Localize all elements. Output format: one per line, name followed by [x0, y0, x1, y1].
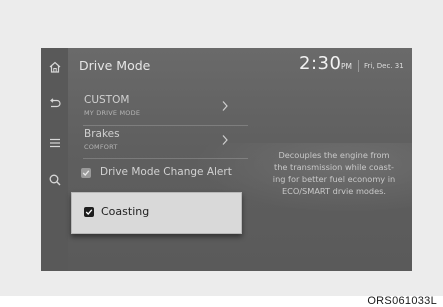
back-icon[interactable]	[41, 94, 68, 114]
menu-divider	[83, 125, 248, 126]
description-line: ing for better fuel economy in	[272, 174, 396, 184]
menu-item-custom[interactable]: CUSTOM MY DRIVE MODE	[71, 94, 246, 124]
home-icon[interactable]	[41, 57, 68, 77]
description-line: Decouples the engine from	[278, 150, 390, 160]
header-separator	[358, 60, 359, 72]
clock-time: 2:30	[299, 53, 342, 74]
description-line: ECO/SMART drvie modes.	[281, 186, 387, 196]
menu-item-label: Brakes	[84, 128, 120, 140]
alert-checkbox[interactable]	[81, 168, 91, 178]
menu-item-brakes[interactable]: Brakes COMFORT	[71, 128, 246, 158]
menu-item-label: CUSTOM	[84, 94, 130, 106]
alert-label: Drive Mode Change Alert	[100, 166, 232, 178]
figure-code: ORS061033L	[367, 295, 437, 307]
coasting-checkbox[interactable]	[84, 207, 94, 217]
page-title: Drive Mode	[79, 58, 151, 73]
option-description: Decouples the engine from the transmissi…	[261, 149, 407, 197]
menu-divider	[83, 158, 248, 159]
description-line: the transmission while coast-	[274, 162, 394, 172]
figure-frame: Drive Mode 2:30 PM Fri, Dec. 31 CUSTOM M…	[0, 0, 443, 296]
clock-ampm: PM	[341, 62, 352, 71]
chevron-right-icon	[221, 131, 229, 150]
drive-mode-change-alert-option[interactable]: Drive Mode Change Alert	[81, 166, 251, 182]
menu-item-sublabel: MY DRIVE MODE	[84, 109, 141, 117]
menu-item-sublabel: COMFORT	[84, 143, 118, 151]
coasting-label: Coasting	[101, 205, 150, 218]
infotainment-screen: Drive Mode 2:30 PM Fri, Dec. 31 CUSTOM M…	[41, 48, 412, 271]
search-icon[interactable]	[41, 170, 68, 190]
menu-icon[interactable]	[41, 133, 68, 153]
side-rail	[41, 48, 68, 271]
coasting-option[interactable]: Coasting	[71, 192, 242, 234]
chevron-right-icon	[221, 97, 229, 116]
checkmark-icon	[82, 170, 90, 176]
clock-date: Fri, Dec. 31	[364, 62, 404, 70]
checkmark-icon	[85, 209, 93, 215]
